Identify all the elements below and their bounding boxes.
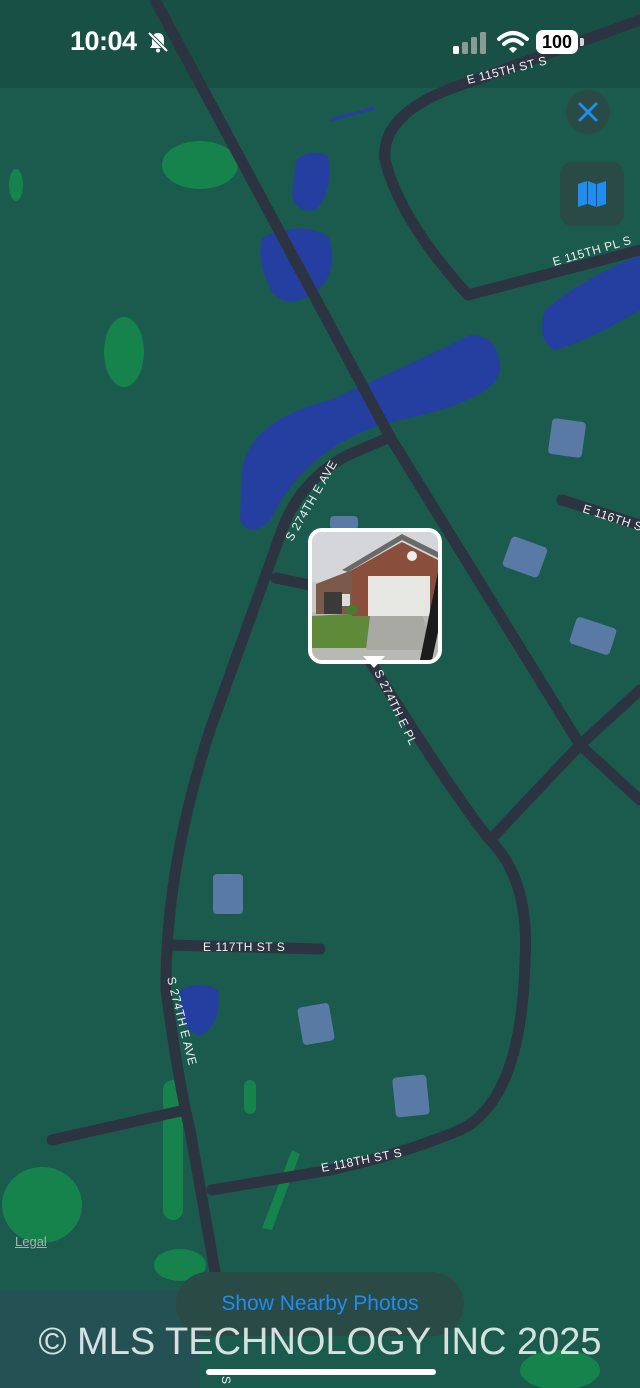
legal-link[interactable]: Legal [15,1234,47,1249]
map-mode-button[interactable] [560,162,624,226]
close-button[interactable] [566,90,610,134]
status-time: 10:04 [70,26,137,56]
road-label-bottom-fragment: S [219,1376,233,1385]
home-indicator[interactable] [206,1369,436,1375]
photo-map-pin[interactable] [308,528,442,668]
house-photo-thumbnail[interactable] [308,528,442,664]
road-label-e117th: E 117TH ST S [203,940,285,954]
status-bar: 10:04 100 [0,0,640,88]
battery-icon: 100 [536,30,584,54]
house-photo [312,532,438,660]
map-view[interactable]: E 115TH ST S E 115TH PL S S 274TH E AVE … [0,0,640,1388]
pin-pointer [363,656,385,668]
bell-slash-icon [147,31,169,53]
show-nearby-photos-label: Show Nearby Photos [221,1292,419,1315]
battery-level: 100 [536,30,578,54]
cellular-signal-icon [453,32,486,54]
close-icon [578,102,598,122]
map-icon [578,181,606,207]
watermark: © MLS TECHNOLOGY INC 2025 [38,1321,602,1363]
wifi-icon [497,31,529,53]
